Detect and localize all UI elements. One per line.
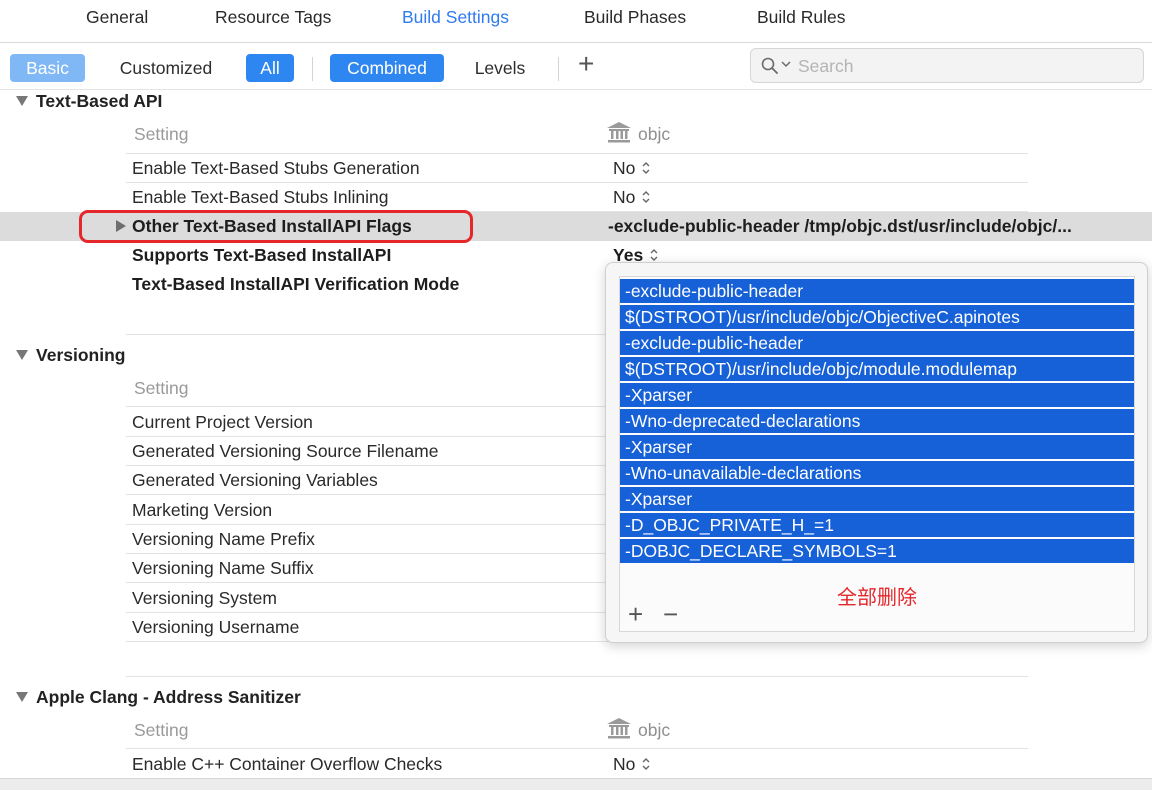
divider [0, 89, 1152, 90]
setting-label: Generated Versioning Source Filename [132, 441, 439, 461]
filter-all-button[interactable]: All [246, 54, 294, 82]
tab-general[interactable]: General [86, 7, 148, 28]
view-levels-button[interactable]: Levels [462, 54, 538, 82]
updown-chevron-icon [642, 191, 650, 203]
updown-chevron-icon [650, 249, 658, 261]
setting-value[interactable]: No [613, 158, 651, 179]
divider [558, 57, 559, 81]
search-input[interactable] [798, 54, 1118, 78]
setting-label: Supports Text-Based InstallAPI [132, 245, 392, 265]
chevron-down-icon[interactable] [781, 59, 791, 69]
flag-item[interactable]: -Wno-deprecated-declarations [620, 409, 1134, 433]
setting-label: Text-Based InstallAPI Verification Mode [132, 274, 460, 294]
annotation-highlight-box [79, 210, 473, 243]
setting-label: Enable C++ Container Overflow Checks [132, 754, 443, 774]
setting-value[interactable]: No [613, 187, 651, 208]
filter-bar: Basic Customized All Combined Levels + [0, 43, 1152, 89]
section-title: Apple Clang - Address Sanitizer [36, 687, 301, 707]
flag-item[interactable]: $(DSTROOT)/usr/include/objc/module.modul… [620, 357, 1134, 381]
setting-label: Enable Text-Based Stubs Inlining [132, 187, 389, 207]
flag-item[interactable]: -exclude-public-header [620, 279, 1134, 303]
setting-label: Marketing Version [132, 500, 273, 520]
flags-editor-popover: -exclude-public-header $(DSTROOT)/usr/in… [605, 262, 1148, 643]
section-header-versioning[interactable]: Versioning [16, 345, 125, 366]
setting-label: Current Project Version [132, 412, 313, 432]
flag-item[interactable]: -exclude-public-header [620, 331, 1134, 355]
target-building-icon [607, 718, 631, 739]
setting-row[interactable]: Enable C++ Container Overflow Checks No [126, 750, 1028, 779]
setting-value[interactable]: No [613, 754, 651, 775]
flag-item[interactable]: -Xparser [620, 487, 1134, 511]
setting-value-text: No [613, 187, 636, 207]
target-column-header: objc [606, 717, 670, 741]
view-combined-button[interactable]: Combined [330, 54, 444, 82]
setting-label: Versioning Username [132, 617, 300, 637]
filter-basic-button[interactable]: Basic [10, 54, 85, 82]
setting-row[interactable]: Enable Text-Based Stubs Inlining No [126, 183, 1028, 212]
tab-build-settings[interactable]: Build Settings [402, 7, 509, 28]
search-field[interactable] [750, 48, 1144, 83]
setting-value-text: No [613, 158, 636, 178]
add-flag-button[interactable]: + [628, 599, 643, 630]
disclosure-triangle-icon[interactable] [16, 692, 28, 702]
setting-column-header: Setting [134, 720, 189, 740]
setting-label: Versioning System [132, 588, 277, 608]
setting-value-text: No [613, 754, 636, 774]
updown-chevron-icon [642, 758, 650, 770]
setting-column-header: Setting [134, 124, 189, 144]
flag-item[interactable]: -Xparser [620, 435, 1134, 459]
section-header-text-based-api[interactable]: Text-Based API [16, 91, 162, 112]
tab-resource-tags[interactable]: Resource Tags [215, 7, 331, 28]
updown-chevron-icon [642, 162, 650, 174]
flag-item[interactable]: -Wno-unavailable-declarations [620, 461, 1134, 485]
flags-list[interactable]: -exclude-public-header $(DSTROOT)/usr/in… [619, 276, 1135, 632]
disclosure-triangle-icon[interactable] [16, 350, 28, 360]
flag-item[interactable]: -DOBJC_DECLARE_SYMBOLS=1 [620, 539, 1134, 563]
divider [126, 748, 1028, 749]
editor-tab-bar: General Resource Tags Build Settings Bui… [0, 0, 1152, 42]
search-icon [761, 57, 778, 74]
tab-build-rules[interactable]: Build Rules [757, 7, 846, 28]
flag-item[interactable]: $(DSTROOT)/usr/include/objc/ObjectiveC.a… [620, 305, 1134, 329]
target-building-icon [607, 122, 631, 143]
setting-label: Versioning Name Suffix [132, 558, 314, 578]
target-column-header: objc [606, 121, 670, 145]
flag-item[interactable]: -Xparser [620, 383, 1134, 407]
tab-build-phases[interactable]: Build Phases [584, 7, 686, 28]
target-name: objc [638, 124, 671, 144]
setting-column-header: Setting [134, 378, 189, 398]
section-title: Versioning [36, 345, 126, 365]
disclosure-triangle-icon[interactable] [16, 96, 28, 106]
section-header-address-sanitizer[interactable]: Apple Clang - Address Sanitizer [16, 687, 301, 708]
filter-customized-button[interactable]: Customized [106, 54, 226, 82]
remove-flag-button[interactable]: − [663, 599, 678, 630]
section-title: Text-Based API [36, 91, 163, 111]
divider [312, 57, 313, 81]
divider [126, 676, 1028, 677]
setting-label: Enable Text-Based Stubs Generation [132, 158, 420, 178]
setting-label: Generated Versioning Variables [132, 470, 378, 490]
add-setting-button[interactable]: + [578, 48, 594, 80]
annotation-delete-all: 全部删除 [837, 585, 917, 609]
flag-item[interactable]: -D_OBJC_PRIVATE_H_=1 [620, 513, 1134, 537]
setting-row[interactable]: Enable Text-Based Stubs Generation No [126, 154, 1028, 183]
setting-label: Versioning Name Prefix [132, 529, 315, 549]
setting-value[interactable]: -exclude-public-header /tmp/objc.dst/usr… [608, 216, 1072, 237]
bottom-bar [0, 778, 1152, 790]
target-name: objc [638, 720, 671, 740]
